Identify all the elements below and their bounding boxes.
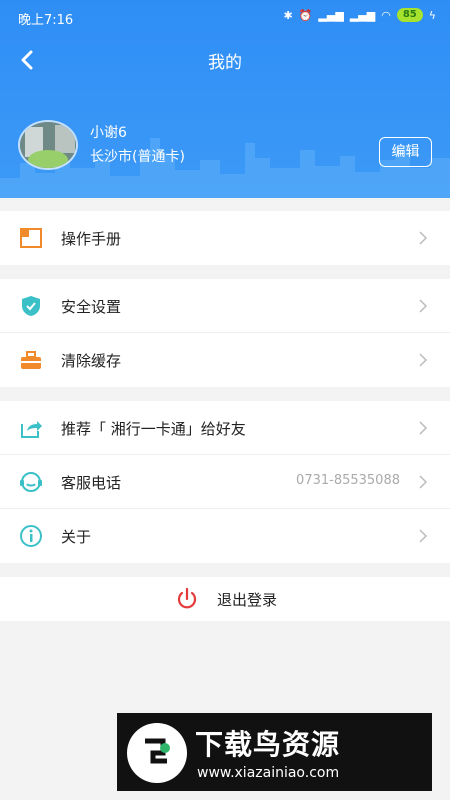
nav-bar: 我的 xyxy=(0,40,450,80)
chevron-right-icon xyxy=(419,353,428,367)
charging-icon: ϟ xyxy=(428,8,436,22)
clear-cache-icon xyxy=(21,351,41,369)
chevron-right-icon xyxy=(419,475,428,489)
logout-button[interactable]: 退出登录 xyxy=(0,577,450,621)
menu-item-label: 推荐「 湘行一卡通」给好友 xyxy=(61,420,246,438)
alarm-icon: ⏰ xyxy=(298,8,313,22)
menu-group-2: 安全设置 清除缓存 xyxy=(0,279,450,387)
menu-item-label: 客服电话 xyxy=(61,474,122,492)
menu-item-recommend[interactable]: 推荐「 湘行一卡通」给好友 xyxy=(0,401,450,455)
chevron-right-icon xyxy=(419,421,428,435)
share-icon xyxy=(21,421,42,438)
bluetooth-icon: ✱ xyxy=(283,8,293,22)
watermark-title: 下载鸟资源 xyxy=(195,728,341,761)
wifi-icon: ◠ xyxy=(381,8,391,22)
user-name: 小谢6 xyxy=(90,125,127,141)
menu-item-label: 操作手册 xyxy=(61,230,122,248)
shield-icon xyxy=(22,296,40,316)
service-phone-number: 0731-85535088 xyxy=(296,473,400,488)
menu-item-security[interactable]: 安全设置 xyxy=(0,279,450,333)
chevron-right-icon xyxy=(419,529,428,543)
menu-item-manual[interactable]: 操作手册 xyxy=(0,211,450,265)
edit-profile-button[interactable]: 编辑 xyxy=(379,137,432,167)
avatar[interactable] xyxy=(18,120,78,170)
page-title: 我的 xyxy=(208,53,242,73)
menu-item-about[interactable]: 关于 xyxy=(0,509,450,563)
info-icon xyxy=(20,525,42,547)
menu-item-label: 清除缓存 xyxy=(61,352,122,370)
status-icons: ✱ ⏰ ▂▄▆ ▂▄▆ ◠ 85 ϟ xyxy=(283,8,436,22)
customer-service-icon xyxy=(20,472,42,492)
manual-icon xyxy=(20,228,42,248)
profile-header: 晚上7:16 ✱ ⏰ ▂▄▆ ▂▄▆ ◠ 85 ϟ 我的 小谢6 长沙市(普通卡… xyxy=(0,0,450,198)
watermark-logo-icon xyxy=(127,723,187,783)
battery-indicator: 85 xyxy=(396,8,423,22)
signal-icon-2: ▂▄▆ xyxy=(349,8,376,22)
menu-group-1: 操作手册 xyxy=(0,211,450,265)
status-time: 晚上7:16 xyxy=(18,13,74,28)
menu-item-label: 安全设置 xyxy=(61,298,122,316)
watermark-url: www.xiazainiao.com xyxy=(197,765,340,781)
status-bar: 晚上7:16 ✱ ⏰ ▂▄▆ ▂▄▆ ◠ 85 ϟ xyxy=(0,0,450,34)
menu-item-label: 关于 xyxy=(61,528,92,546)
menu-group-3: 推荐「 湘行一卡通」给好友 客服电话 0731-85535088 关于 xyxy=(0,401,450,563)
logout-label: 退出登录 xyxy=(217,591,278,609)
watermark-banner: 下载鸟资源 www.xiazainiao.com xyxy=(117,713,432,791)
menu-item-customer-service[interactable]: 客服电话 0731-85535088 xyxy=(0,455,450,509)
signal-icon: ▂▄▆ xyxy=(318,8,344,22)
user-city-card: 长沙市(普通卡) xyxy=(90,149,185,165)
power-icon xyxy=(177,587,197,609)
chevron-right-icon xyxy=(419,299,428,313)
chevron-right-icon xyxy=(419,231,428,245)
menu-item-clear-cache[interactable]: 清除缓存 xyxy=(0,333,450,387)
